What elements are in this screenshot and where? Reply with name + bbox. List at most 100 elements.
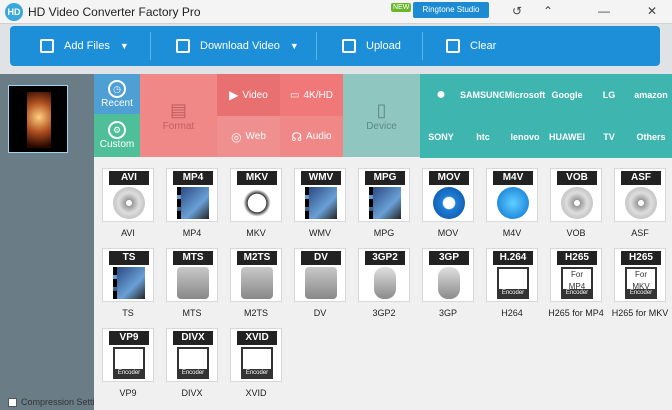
brand-tile-microsoft[interactable]: Microsoft — [504, 74, 546, 116]
format-tag: H265 — [557, 251, 597, 265]
clear-button[interactable]: Clear — [446, 26, 496, 66]
brand-tile-google[interactable]: Google — [546, 74, 588, 116]
video-thumbnail[interactable] — [8, 85, 68, 153]
app-logo-icon: HD — [5, 3, 23, 21]
phone-icon — [374, 267, 396, 299]
brand-tile-lenovo[interactable]: lenovo — [504, 116, 546, 158]
format-item-3gp[interactable]: 3GP 3GP — [420, 248, 476, 328]
format-item-h265-for-mkv[interactable]: H265 For MKV Encoder H265 for MKV — [612, 248, 668, 328]
format-icon: H265 For MP4 Encoder — [550, 248, 602, 302]
format-item-xvid[interactable]: XVID Encoder XVID — [228, 328, 284, 408]
itunes-icon — [497, 187, 529, 219]
brand-tile-huawei[interactable]: HUAWEI — [546, 116, 588, 158]
format-item-vp9[interactable]: VP9 Encoder VP9 — [100, 328, 156, 408]
custom-label: Custom — [99, 139, 135, 150]
format-item-wmv[interactable]: WMV WMV — [292, 168, 348, 248]
brand-tile-tv[interactable]: TV — [588, 116, 630, 158]
brand-tile-amazon[interactable]: amazon — [630, 74, 672, 116]
disc-icon — [561, 187, 593, 219]
ringtone-studio-button[interactable]: Ringtone Studio — [413, 2, 489, 18]
device-label: Device — [366, 120, 397, 132]
cam-icon — [177, 267, 209, 299]
format-icon: M4V — [486, 168, 538, 222]
minimize-button[interactable]: — — [593, 2, 615, 20]
format-label: Format — [162, 120, 195, 132]
browser-icon: ◎ — [231, 129, 242, 144]
format-item-ts[interactable]: TS TS — [100, 248, 156, 328]
format-label: H264 — [501, 308, 523, 318]
format-tag: VP9 — [109, 331, 149, 345]
brand-tile-htc[interactable]: htc — [462, 116, 504, 158]
category-web[interactable]: ◎ Web — [217, 116, 280, 157]
brand-label: lenovo — [510, 132, 540, 142]
format-icon: XVID Encoder — [230, 328, 282, 382]
brand-label: SAMSUNG — [460, 90, 507, 100]
brand-tile-samsung[interactable]: SAMSUNG — [460, 74, 507, 116]
format-item-vob[interactable]: VOB VOB — [548, 168, 604, 248]
add-files-label: Add Files — [64, 40, 110, 52]
format-item-divx[interactable]: DIVX Encoder DIVX — [164, 328, 220, 408]
format-tag: M2TS — [237, 251, 277, 265]
format-item-mp4[interactable]: MP4 MP4 — [164, 168, 220, 248]
category-custom[interactable]: ⚙ Custom — [94, 114, 140, 157]
format-tag: ASF — [621, 171, 661, 185]
video-label: Video — [242, 89, 268, 101]
brand-label: LG — [602, 90, 616, 100]
encoder-bar: Encoder — [627, 289, 655, 297]
format-tag: 3GP — [429, 251, 469, 265]
format-item-mkv[interactable]: MKV MKV — [228, 168, 284, 248]
format-tag: MTS — [173, 251, 213, 265]
category-format[interactable]: ▤ Format — [140, 74, 217, 157]
main-toolbar: Add Files ▼ Download Video ▼ Upload Clea… — [10, 26, 660, 66]
category-video[interactable]: ▶ Video — [217, 74, 280, 116]
format-item-mov[interactable]: MOV MOV — [420, 168, 476, 248]
upload-label: Upload — [366, 40, 401, 52]
format-icon: ASF — [614, 168, 666, 222]
close-button[interactable]: ✕ — [641, 2, 663, 20]
add-files-button[interactable]: Add Files ▼ — [40, 26, 129, 66]
chevron-down-icon[interactable]: ▼ — [120, 41, 129, 51]
upload-button[interactable]: Upload — [342, 26, 401, 66]
gear-icon: ⚙ — [108, 121, 126, 139]
brand-label: Google — [551, 90, 583, 100]
format-item-h264[interactable]: H.264 Encoder H264 — [484, 248, 540, 328]
category-recent[interactable]: ◷ Recent — [94, 74, 140, 114]
disc-icon — [625, 187, 657, 219]
new-badge: NEW — [391, 3, 412, 12]
film-icon — [369, 187, 401, 219]
chevron-down-icon[interactable]: ▼ — [290, 41, 299, 51]
category-audio[interactable]: ☊ Audio — [280, 116, 343, 157]
format-tag: VOB — [557, 171, 597, 185]
format-item-3gp2[interactable]: 3GP2 3GP2 — [356, 248, 412, 328]
category-device[interactable]: ▯ Device — [343, 74, 420, 157]
format-tag: MOV — [429, 171, 469, 185]
format-icon: TS — [102, 248, 154, 302]
settings-icon[interactable]: ⌃ — [537, 2, 559, 20]
title-bar: HD HD Video Converter Factory Pro NEW Ri… — [0, 0, 672, 24]
refresh-icon[interactable]: ↺ — [506, 2, 528, 20]
format-item-avi[interactable]: AVI AVI — [100, 168, 156, 248]
format-label: DV — [313, 308, 327, 318]
film-icon — [177, 187, 209, 219]
brand-tile-apple[interactable]: ● — [420, 74, 462, 116]
compression-checkbox[interactable] — [8, 397, 17, 407]
category-4k-hd[interactable]: ▭ 4K/HD — [280, 74, 343, 116]
format-label: MOV — [437, 228, 459, 238]
format-item-mts[interactable]: MTS MTS — [164, 248, 220, 328]
brand-label: Microsoft — [504, 90, 546, 100]
format-item-asf[interactable]: ASF ASF — [612, 168, 668, 248]
format-item-h265-for-mp4[interactable]: H265 For MP4 Encoder H265 for MP4 — [548, 248, 604, 328]
brand-tile-lg[interactable]: LG — [588, 74, 630, 116]
format-item-m4v[interactable]: M4V M4V — [484, 168, 540, 248]
download-video-button[interactable]: Download Video ▼ — [176, 26, 299, 66]
format-item-m2ts[interactable]: M2TS M2TS — [228, 248, 284, 328]
qt-icon — [433, 187, 465, 219]
format-tag: MP4 — [173, 171, 213, 185]
format-item-dv[interactable]: DV DV — [292, 248, 348, 328]
download-video-label: Download Video — [200, 40, 280, 52]
format-item-mpg[interactable]: MPG MPG — [356, 168, 412, 248]
download-icon — [176, 39, 190, 53]
format-label: VOB — [566, 228, 586, 238]
brand-tile-sony[interactable]: SONY — [420, 116, 462, 158]
brand-tile-others[interactable]: Others — [630, 116, 672, 158]
